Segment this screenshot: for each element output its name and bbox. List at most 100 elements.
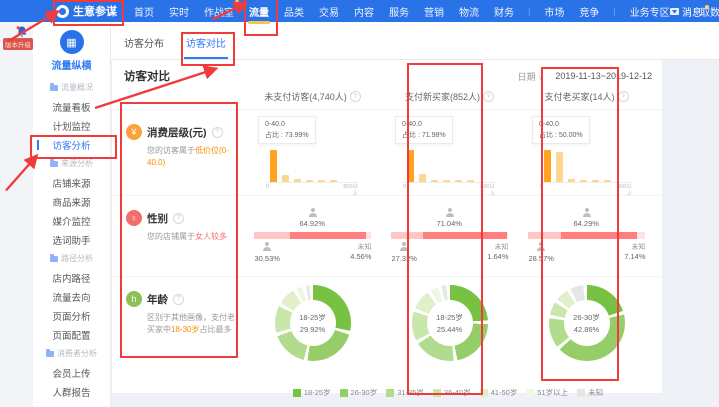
row-title: ¥消费层级(元)? xyxy=(126,124,240,140)
chart-tooltip: 0-40.0占比 : 73.99% xyxy=(258,116,316,144)
sidebar-item-商品来源[interactable]: 商品来源 xyxy=(33,195,110,209)
legend-swatch xyxy=(577,389,585,397)
gender-chart-1[interactable]: 71.04%27.32%未知1.64% xyxy=(381,196,518,276)
nav-item-15[interactable]: 业务专区 xyxy=(629,0,671,23)
sidebar-item-媒介监控[interactable]: 媒介监控 xyxy=(33,214,110,228)
row-description-highlight: 女人较多 xyxy=(195,232,227,241)
sidebar-section-header-3: 消费者分析 xyxy=(33,344,110,363)
info-icon[interactable]: ? xyxy=(173,213,184,224)
sidebar-item-会员上传[interactable]: 会员上传 xyxy=(33,366,110,380)
nav-item-12[interactable]: 市场 xyxy=(543,0,565,23)
product-name: 流量纵横 xyxy=(33,57,110,72)
bar-segment xyxy=(407,150,414,182)
sidebar-item-计划监控[interactable]: 计划监控 xyxy=(33,119,110,133)
gender-chart-2[interactable]: 64.29%28.57%未知7.14% xyxy=(518,196,655,276)
consumption-bar-chart-0[interactable]: 0-40.0占比 : 73.99%0800以上 xyxy=(244,110,381,198)
gender-chart-0[interactable]: 64.92%30.53%未知4.56% xyxy=(244,196,381,276)
sidebar-section-header-0: 流量概况 xyxy=(33,78,110,97)
gender-segment-unknown xyxy=(507,232,509,239)
legend-swatch xyxy=(340,389,348,397)
info-icon[interactable]: ? xyxy=(350,91,361,102)
age-donut-chart-0[interactable]: 18-25岁29.92% xyxy=(244,277,381,379)
legend-label: 36-40岁 xyxy=(444,387,471,398)
age-donut-chart-1[interactable]: 18-25岁25.44% xyxy=(381,277,518,379)
sidebar-item-流量去向[interactable]: 流量去向 xyxy=(33,290,110,304)
info-icon[interactable]: ? xyxy=(483,91,494,102)
date-filter[interactable]: 日期 ∨ xyxy=(518,70,544,83)
app-logo[interactable]: 生意参谋 xyxy=(56,3,117,19)
sidebar-row: 计划监控 xyxy=(33,116,110,135)
nav-item-8[interactable]: 营销 xyxy=(423,0,445,23)
messages-button[interactable]: 消息 xyxy=(670,0,709,22)
nav-item-9[interactable]: 物流 xyxy=(458,0,480,23)
legend-label: 26-30岁 xyxy=(351,387,378,398)
female-person-icon xyxy=(582,208,592,218)
sidebar-row: 会员上传 xyxy=(33,363,110,382)
top-navbar: 生意参谋 首页实时作战室流量品类交易内容服务营销物流财务|市场竞争|业务专区|取… xyxy=(0,0,719,22)
row-description: 您的店铺属于女人较多 xyxy=(147,231,239,243)
nav-item-5[interactable]: 交易 xyxy=(318,0,340,23)
gender-segment-male xyxy=(528,232,562,239)
row-description-highlight: 18-30岁 xyxy=(171,325,199,334)
nav-item-7[interactable]: 服务 xyxy=(388,0,410,23)
nav-item-3[interactable]: 流量 xyxy=(248,0,270,23)
tab-0[interactable]: 访客分布 xyxy=(122,35,166,59)
bar-segment xyxy=(568,179,575,182)
nav-item-2[interactable]: 作战室 xyxy=(203,0,235,23)
sidebar-menu: 流量概况流量看板计划监控访客分析来源分析店铺来源商品来源媒介监控选词助手路径分析… xyxy=(33,78,110,401)
gender-segment-unknown xyxy=(637,232,645,239)
legend-swatch xyxy=(293,389,301,397)
sidebar-item-店内路径[interactable]: 店内路径 xyxy=(33,271,110,285)
version-upgrade-badge[interactable]: 版本升级 xyxy=(3,38,33,50)
nav-divider: | xyxy=(528,6,530,16)
bar-segment xyxy=(270,150,277,182)
nav-item-13[interactable]: 竞争 xyxy=(578,0,600,23)
gender-stacked-bar xyxy=(528,232,646,239)
gender-stacked-bar xyxy=(254,232,372,239)
sidebar-item-选词助手[interactable]: 选词助手 xyxy=(33,233,110,247)
row-description: 您的访客属于低价位(0-40.0) xyxy=(147,145,239,169)
bar-segment xyxy=(294,179,301,182)
nav-item-4[interactable]: 品类 xyxy=(283,0,305,23)
info-icon[interactable]: ? xyxy=(618,91,629,102)
male-person-icon xyxy=(262,242,272,252)
donut-center: 26-30岁42.86% xyxy=(564,300,610,346)
sidebar-item-页面配置[interactable]: 页面配置 xyxy=(33,328,110,342)
metric-row-1: ♀性别?您的店铺属于女人较多64.92%30.53%未知4.56%71.04%2… xyxy=(112,195,662,276)
tab-1[interactable]: 访客对比 xyxy=(184,35,228,59)
nav-item-0[interactable]: 首页 xyxy=(133,0,155,23)
age-donut-chart-2[interactable]: 26-30岁42.86% xyxy=(518,277,655,379)
column-header-label: 支付新买家(852人) xyxy=(405,90,480,103)
info-icon[interactable]: ? xyxy=(173,294,184,305)
male-person-icon xyxy=(399,242,409,252)
gender-segment-unknown xyxy=(366,232,371,239)
nav-item-badge-dot xyxy=(235,0,239,4)
folder-icon xyxy=(46,351,54,357)
info-icon[interactable]: ? xyxy=(212,127,223,138)
visitor-compare-card: 访客对比 日期 ∨ 2019-11-13~2019-12-12 未支付访客(4,… xyxy=(112,60,662,393)
date-range-value: 2019-11-13~2019-12-12 xyxy=(555,71,652,81)
female-percent: 64.29% xyxy=(574,219,599,228)
folder-icon xyxy=(50,161,58,167)
sidebar-item-流量看板[interactable]: 流量看板 xyxy=(33,100,110,114)
sidebar-item-页面分析[interactable]: 页面分析 xyxy=(33,309,110,323)
row-label: h年龄?区别于其他画像，支付老买家中18-30岁占比最多 xyxy=(122,277,244,379)
nav-item-10[interactable]: 财务 xyxy=(493,0,515,23)
sidebar-item-访客分析[interactable]: 访客分析 xyxy=(33,138,110,152)
left-gutter xyxy=(0,22,33,407)
sidebar-item-店铺来源[interactable]: 店铺来源 xyxy=(33,176,110,190)
legend-label: 18-25岁 xyxy=(304,387,331,398)
consumption-bar-chart-2[interactable]: 0-40.0占比 : 50.00%0800以上 xyxy=(518,110,655,198)
gender-bar: 64.29%28.57%未知7.14% xyxy=(528,208,646,270)
female-percent: 71.04% xyxy=(437,219,462,228)
row-description-highlight: 低价位(0-40.0) xyxy=(147,146,229,167)
nav-item-6[interactable]: 内容 xyxy=(353,0,375,23)
sidebar-row: 人群报告 xyxy=(33,382,110,401)
message-badge-dot xyxy=(705,5,709,9)
sidebar-item-人群报告[interactable]: 人群报告 xyxy=(33,385,110,399)
consumption-bar-chart-1[interactable]: 0-40.0占比 : 71.98%0800以上 xyxy=(381,110,518,198)
legend-item-5: 51岁以上 xyxy=(526,387,568,398)
nav-item-1[interactable]: 实时 xyxy=(168,0,190,23)
bar-segment xyxy=(544,150,551,182)
sidebar-section-label: 消费者分析 xyxy=(57,348,97,359)
